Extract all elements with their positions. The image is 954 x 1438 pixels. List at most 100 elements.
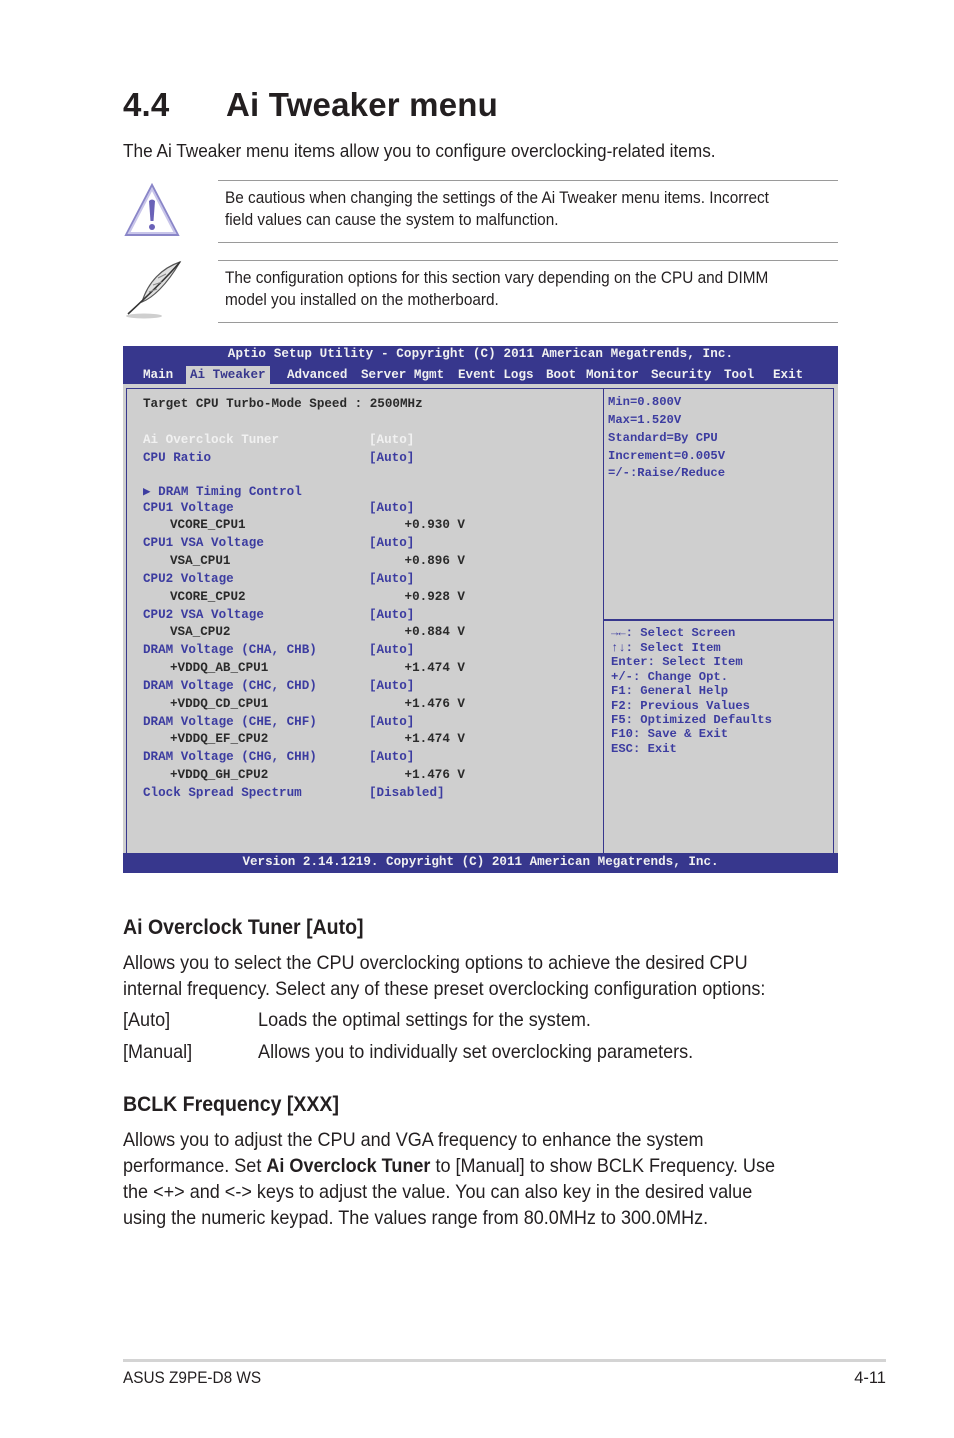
paragraph-line: Allows you to adjust the CPU and VGA fre… bbox=[123, 1129, 704, 1151]
text-run: performance. Set bbox=[123, 1155, 267, 1177]
setting-value[interactable]: [Disabled] bbox=[369, 786, 445, 800]
setting-label: DRAM Voltage (CHC, CHD) bbox=[143, 679, 317, 693]
setting-label: CPU1 Voltage bbox=[143, 501, 234, 515]
menu-tab-exit[interactable]: Exit bbox=[773, 368, 803, 382]
key-hint: →←: Select Screen bbox=[611, 626, 736, 640]
menu-tab-tool[interactable]: Tool bbox=[724, 368, 754, 382]
reading-label: VSA_CPU1 bbox=[170, 554, 231, 568]
menu-tab-monitor[interactable]: Monitor bbox=[586, 368, 639, 382]
key-hint: Enter: Select Item bbox=[611, 655, 743, 669]
text-run: to [Manual] to show BCLK Frequency. Use bbox=[430, 1155, 775, 1177]
note-line: model you installed on the motherboard. bbox=[225, 291, 499, 309]
setting-label: CPU1 VSA Voltage bbox=[143, 536, 264, 550]
reading-label: +VDDQ_AB_CPU1 bbox=[170, 661, 269, 675]
key-hint: ↑↓: Select Item bbox=[611, 641, 721, 655]
key-hint: F1: General Help bbox=[611, 684, 729, 698]
menu-tab-main[interactable]: Main bbox=[143, 368, 173, 382]
setting-label: Ai Overclock Tuner bbox=[143, 433, 280, 447]
paragraph-line: Allows you to select the CPU overclockin… bbox=[123, 952, 748, 974]
reading-value: +0.896 V bbox=[404, 554, 465, 568]
setting-value[interactable]: [Auto] bbox=[369, 501, 414, 515]
setting-label: DRAM Voltage (CHE, CHF) bbox=[143, 715, 317, 729]
section-paragraph: Allows you to select the CPU overclockin… bbox=[123, 950, 765, 1002]
menu-tab-advanced[interactable]: Advanced bbox=[287, 368, 347, 382]
setting-value[interactable]: [Auto] bbox=[369, 643, 414, 657]
footer-divider bbox=[123, 1359, 886, 1362]
key-hint: F5: Optimized Defaults bbox=[611, 713, 772, 727]
option-key: [Auto] bbox=[123, 1009, 171, 1031]
footer-product: ASUS Z9PE-D8 WS bbox=[123, 1369, 262, 1387]
setting-value[interactable]: [Auto] bbox=[369, 433, 414, 447]
bold-term: Ai Overclock Tuner bbox=[266, 1155, 431, 1177]
section-heading-bclk-frequency: BCLK Frequency [XXX] bbox=[123, 1093, 339, 1116]
note-feather-icon bbox=[126, 260, 182, 319]
menu-tab-boot[interactable]: Boot bbox=[546, 368, 576, 382]
option-desc: Allows you to individually set overclock… bbox=[258, 1041, 694, 1063]
submenu-text: DRAM Timing Control bbox=[158, 485, 302, 499]
target-cpu-speed: Target CPU Turbo-Mode Speed : 2500MHz bbox=[143, 397, 423, 411]
reading-value: +1.476 V bbox=[404, 768, 465, 782]
warning-icon bbox=[124, 183, 180, 236]
reading-label: VSA_CPU2 bbox=[170, 625, 231, 639]
paragraph-line: internal frequency. Select any of these … bbox=[123, 978, 766, 1000]
setting-label: DRAM Voltage (CHG, CHH) bbox=[143, 750, 317, 764]
note-line: The configuration options for this secti… bbox=[225, 269, 769, 287]
reading-value: +1.474 V bbox=[404, 661, 465, 675]
setting-label: CPU2 VSA Voltage bbox=[143, 608, 264, 622]
option-auto: [Auto] Loads the optimal settings for the… bbox=[123, 1009, 591, 1032]
key-hint: F10: Save & Exit bbox=[611, 727, 729, 741]
note-line: Be cautious when changing the settings o… bbox=[225, 189, 769, 207]
option-manual: [Manual] Allows you to individually set o… bbox=[123, 1041, 693, 1064]
reading-value: +0.884 V bbox=[404, 625, 465, 639]
warning-note: Be cautious when changing the settings o… bbox=[218, 180, 838, 243]
menu-tab-server-mgmt[interactable]: Server Mgmt bbox=[361, 368, 444, 382]
key-hint: ESC: Exit bbox=[611, 742, 677, 756]
setting-label: CPU Ratio bbox=[143, 451, 212, 465]
section-number: 4.4 bbox=[123, 86, 170, 123]
footer-page-number: 4-11 bbox=[854, 1369, 886, 1387]
setting-value[interactable]: [Auto] bbox=[369, 608, 414, 622]
intro-text: The Ai Tweaker menu items allow you to c… bbox=[123, 140, 716, 161]
setting-value[interactable]: [Auto] bbox=[369, 750, 414, 764]
reading-label: +VDDQ_GH_CPU2 bbox=[170, 768, 269, 782]
reading-label: +VDDQ_EF_CPU2 bbox=[170, 732, 269, 746]
help-line: =/-:Raise/Reduce bbox=[608, 466, 726, 480]
submenu-label: ▶ DRAM Timing Control bbox=[143, 483, 302, 499]
setting-value[interactable]: [Auto] bbox=[369, 536, 414, 550]
setting-value[interactable]: [Auto] bbox=[369, 572, 414, 586]
paragraph-line: using the numeric keypad. The values ran… bbox=[123, 1207, 709, 1229]
note-line: field values can cause the system to mal… bbox=[225, 211, 559, 229]
reading-label: VCORE_CPU2 bbox=[170, 590, 246, 604]
paragraph-line: performance. Set Ai Overclock Tuner to [… bbox=[123, 1153, 775, 1179]
help-line: Max=1.520V bbox=[608, 413, 682, 427]
menu-tab-event-logs[interactable]: Event Logs bbox=[458, 368, 534, 382]
menu-tab-ai-tweaker[interactable]: Ai Tweaker bbox=[186, 366, 270, 384]
help-line: Standard=By CPU bbox=[608, 431, 718, 445]
bios-title: Aptio Setup Utility - Copyright (C) 2011… bbox=[227, 347, 734, 361]
page-title: 4.4 Ai Tweaker menu bbox=[123, 86, 498, 124]
section-paragraph: Allows you to adjust the CPU and VGA fre… bbox=[123, 1127, 775, 1231]
setting-label: CPU2 Voltage bbox=[143, 572, 234, 586]
submenu-arrow-icon: ▶ bbox=[143, 485, 151, 499]
paragraph-line: the <+> and <-> keys to adjust the value… bbox=[123, 1181, 753, 1203]
menu-tab-security[interactable]: Security bbox=[651, 368, 711, 382]
setting-value[interactable]: [Auto] bbox=[369, 679, 414, 693]
help-line: Min=0.800V bbox=[608, 395, 682, 409]
reading-value: +1.476 V bbox=[404, 697, 465, 711]
setting-value[interactable]: [Auto] bbox=[369, 451, 414, 465]
option-desc: Loads the optimal settings for the syste… bbox=[258, 1009, 591, 1031]
reading-value: +0.928 V bbox=[404, 590, 465, 604]
option-key: [Manual] bbox=[123, 1041, 193, 1063]
setting-label: DRAM Voltage (CHA, CHB) bbox=[143, 643, 317, 657]
section-heading-ai-overclock-tuner: Ai Overclock Tuner [Auto] bbox=[123, 916, 364, 939]
reading-value: +1.474 V bbox=[404, 732, 465, 746]
reading-label: +VDDQ_CD_CPU1 bbox=[170, 697, 269, 711]
reading-label: VCORE_CPU1 bbox=[170, 518, 246, 532]
bios-footer-text: Version 2.14.1219. Copyright (C) 2011 Am… bbox=[242, 855, 719, 869]
key-hint: F2: Previous Values bbox=[611, 699, 750, 713]
section-title: Ai Tweaker menu bbox=[226, 86, 498, 123]
setting-value[interactable]: [Auto] bbox=[369, 715, 414, 729]
reading-value: +0.930 V bbox=[404, 518, 465, 532]
setting-label: Clock Spread Spectrum bbox=[143, 786, 302, 800]
bios-screen: Aptio Setup Utility - Copyright (C) 2011… bbox=[123, 346, 838, 873]
